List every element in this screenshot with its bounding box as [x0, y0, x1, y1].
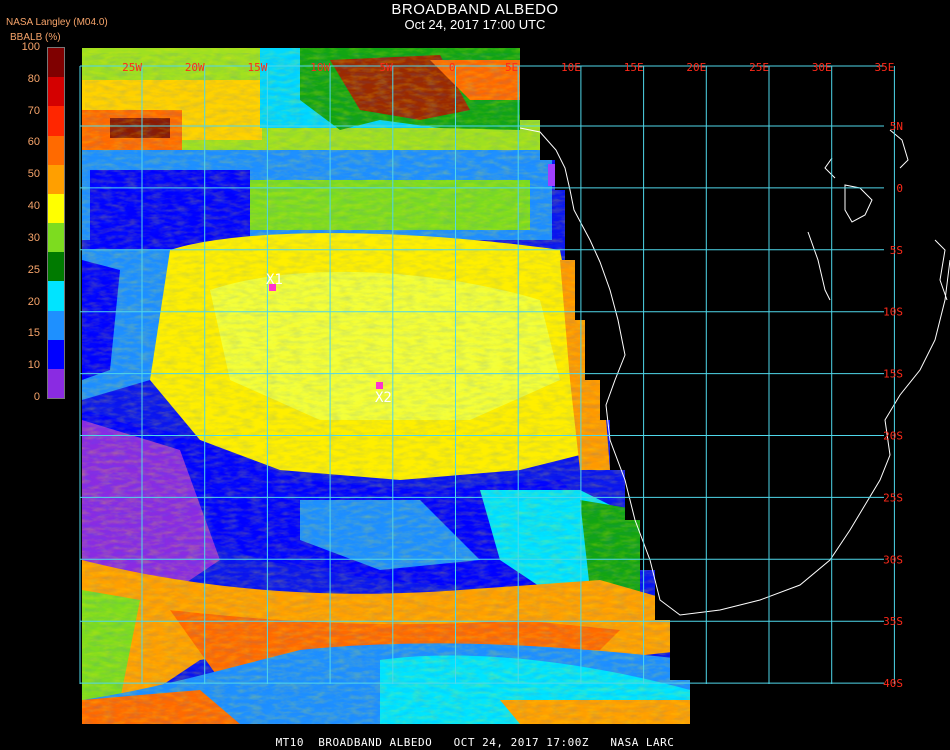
color-scale-tick: 10	[27, 359, 40, 372]
map-subtitle: Oct 24, 2017 17:00 UTC	[404, 17, 546, 32]
color-scale-swatch	[48, 223, 64, 253]
longitude-label: 10W	[310, 61, 330, 74]
longitude-label: 0	[449, 61, 456, 74]
longitude-label: 20E	[686, 61, 706, 74]
color-scale-swatch	[48, 310, 64, 341]
color-scale-tick: 20	[27, 295, 40, 308]
color-scale-swatch	[48, 339, 64, 370]
color-scale-bar	[47, 47, 65, 399]
color-scale-tick: 40	[27, 200, 40, 213]
longitude-label: 10E	[561, 61, 581, 74]
albedo-map: 25W 20W 15W 10W 5W 0 5E 10E 15E 20E 25E 30E 35E 5N 0 5S…	[79, 48, 950, 724]
latitude-label: 40S	[883, 677, 903, 690]
color-scale-swatch	[48, 77, 64, 107]
latitude-label: 5S	[890, 244, 903, 257]
color-scale-swatch	[48, 48, 64, 78]
color-scale-swatch	[48, 252, 64, 282]
longitude-label: 30E	[812, 61, 832, 74]
color-scale-swatch	[48, 135, 64, 166]
color-scale-tick: 50	[27, 168, 40, 181]
latitude-label: 30S	[883, 553, 903, 566]
longitude-label: 15W	[248, 61, 268, 74]
longitude-label: 20W	[185, 61, 205, 74]
footer-caption: MT10 BROADBAND ALBEDO OCT 24, 2017 17:00…	[275, 736, 675, 749]
longitude-label: 25W	[122, 61, 142, 74]
color-scale-tick: 60	[27, 136, 40, 149]
latitude-label: 15S	[883, 368, 903, 381]
latitude-label: 35S	[883, 615, 903, 628]
color-scale-tick: 80	[27, 72, 40, 85]
longitude-label: 25E	[749, 61, 769, 74]
site-marker-label: X1	[266, 272, 283, 288]
color-scale-swatch	[48, 368, 64, 399]
latitude-label: 5N	[890, 120, 903, 133]
color-scale-tick: 15	[27, 327, 40, 340]
color-scale-tick: 70	[27, 104, 40, 117]
color-scale-tick: 100	[21, 41, 40, 53]
color-scale-tick: 0	[33, 391, 40, 403]
color-scale-swatch	[48, 193, 64, 224]
color-scale-tick: 25	[27, 263, 40, 276]
longitude-label: 35E	[875, 61, 895, 74]
site-marker	[376, 382, 383, 389]
site-marker-label: X2	[375, 390, 392, 406]
longitude-label: 5W	[380, 61, 394, 74]
color-scale-tick: 30	[27, 231, 40, 244]
map-title: BROADBAND ALBEDO	[391, 1, 559, 18]
color-scale-swatch	[48, 281, 64, 311]
source-label: NASA Langley (M04.0)	[6, 17, 108, 28]
latitude-label: 25S	[883, 491, 903, 504]
longitude-label: 5E	[505, 61, 518, 74]
color-scale-swatch	[48, 106, 64, 136]
latitude-label: 10S	[883, 306, 903, 319]
latitude-label: 20S	[883, 430, 903, 443]
color-scale-swatch	[48, 164, 64, 195]
longitude-label: 15E	[624, 61, 644, 74]
latitude-label: 0	[896, 182, 903, 195]
